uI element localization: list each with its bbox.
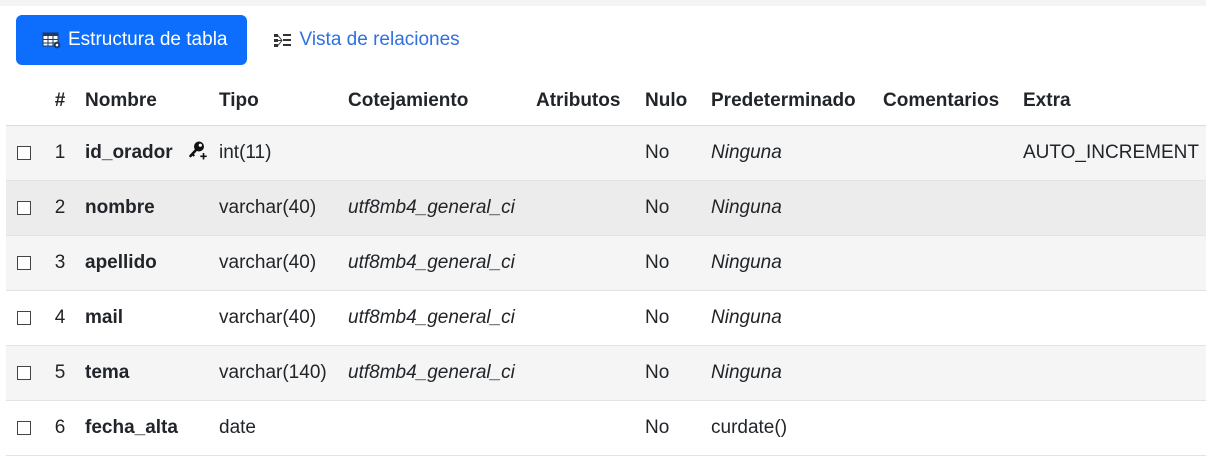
col-header-attributes[interactable]: Atributos bbox=[536, 76, 645, 126]
tab-table-structure-label: Estructura de tabla bbox=[68, 29, 228, 50]
row-checkbox-cell bbox=[6, 180, 42, 236]
field-name: id_orador bbox=[85, 142, 173, 164]
col-header-comments[interactable]: Comentarios bbox=[883, 76, 1023, 126]
field-type: varchar(140) bbox=[219, 345, 348, 401]
field-comments bbox=[883, 180, 1023, 236]
tab-relations-view-label: Vista de relaciones bbox=[299, 29, 460, 50]
field-default: Ninguna bbox=[711, 290, 883, 346]
row-number: 5 bbox=[42, 345, 78, 401]
field-type: varchar(40) bbox=[219, 290, 348, 346]
field-attributes bbox=[536, 235, 645, 291]
field-default: curdate() bbox=[711, 400, 883, 456]
field-comments bbox=[883, 125, 1023, 181]
row-number: 3 bbox=[42, 235, 78, 291]
field-extra bbox=[1023, 235, 1206, 291]
field-collation bbox=[348, 125, 536, 181]
field-type: date bbox=[219, 400, 348, 456]
field-null: No bbox=[645, 180, 711, 236]
row-checkbox-cell bbox=[6, 290, 42, 346]
row-checkbox-cell bbox=[6, 345, 42, 401]
col-header-collation[interactable]: Cotejamiento bbox=[348, 76, 536, 126]
field-default: Ninguna bbox=[711, 180, 883, 236]
field-name-cell: id_orador bbox=[78, 125, 219, 181]
row-checkbox[interactable] bbox=[17, 420, 31, 435]
top-strip bbox=[0, 0, 1206, 6]
col-header-type[interactable]: Tipo bbox=[219, 76, 348, 126]
row-number: 2 bbox=[42, 180, 78, 236]
field-default: Ninguna bbox=[711, 235, 883, 291]
table-row: 3 apellido varchar(40) utf8mb4_general_c… bbox=[6, 235, 1206, 291]
row-checkbox[interactable] bbox=[17, 200, 31, 215]
field-null: No bbox=[645, 290, 711, 346]
field-extra bbox=[1023, 400, 1206, 456]
field-collation: utf8mb4_general_ci bbox=[348, 180, 536, 236]
field-null: No bbox=[645, 345, 711, 401]
table-structure-grid: # Nombre Tipo Cotejamiento Atributos Nul… bbox=[6, 76, 1206, 456]
col-header-null[interactable]: Nulo bbox=[645, 76, 711, 126]
view-tabs: Estructura de tabla Vista de relaciones bbox=[16, 15, 460, 65]
row-checkbox-cell bbox=[6, 125, 42, 181]
field-extra bbox=[1023, 345, 1206, 401]
col-header-default[interactable]: Predeterminado bbox=[711, 76, 883, 126]
field-attributes bbox=[536, 125, 645, 181]
field-name: fecha_alta bbox=[78, 400, 219, 456]
col-header-extra[interactable]: Extra bbox=[1023, 76, 1206, 126]
tab-relations-view[interactable]: Vista de relaciones bbox=[273, 29, 460, 51]
field-attributes bbox=[536, 180, 645, 236]
field-type: varchar(40) bbox=[219, 235, 348, 291]
field-collation: utf8mb4_general_ci bbox=[348, 290, 536, 346]
tab-table-structure[interactable]: Estructura de tabla bbox=[16, 15, 248, 65]
field-name: mail bbox=[78, 290, 219, 346]
field-null: No bbox=[645, 400, 711, 456]
field-collation: utf8mb4_general_ci bbox=[348, 235, 536, 291]
col-header-name[interactable]: Nombre bbox=[78, 76, 219, 126]
table-row: 5 tema varchar(140) utf8mb4_general_ci N… bbox=[6, 345, 1206, 401]
field-type: int(11) bbox=[219, 125, 348, 181]
field-comments bbox=[883, 235, 1023, 291]
row-checkbox-cell bbox=[6, 400, 42, 456]
col-select-header bbox=[6, 76, 42, 126]
row-checkbox[interactable] bbox=[17, 310, 31, 325]
row-checkbox[interactable] bbox=[17, 365, 31, 380]
row-number: 6 bbox=[42, 400, 78, 456]
table-row: 1 id_orador int(11) No Ninguna AUTO_INCR… bbox=[6, 125, 1206, 181]
field-default: Ninguna bbox=[711, 345, 883, 401]
field-collation bbox=[348, 400, 536, 456]
field-attributes bbox=[536, 290, 645, 346]
field-collation: utf8mb4_general_ci bbox=[348, 345, 536, 401]
field-extra bbox=[1023, 180, 1206, 236]
field-comments bbox=[883, 345, 1023, 401]
table-row: 4 mail varchar(40) utf8mb4_general_ci No… bbox=[6, 290, 1206, 346]
field-type: varchar(40) bbox=[219, 180, 348, 236]
row-checkbox-cell bbox=[6, 235, 42, 291]
table-row: 6 fecha_alta date No curdate() bbox=[6, 400, 1206, 456]
row-number: 4 bbox=[42, 290, 78, 346]
field-attributes bbox=[536, 400, 645, 456]
row-checkbox[interactable] bbox=[17, 255, 31, 270]
table-structure-icon bbox=[42, 31, 62, 49]
field-extra bbox=[1023, 290, 1206, 346]
field-extra: AUTO_INCREMENT bbox=[1023, 125, 1206, 181]
col-header-num[interactable]: # bbox=[42, 76, 78, 126]
relations-icon bbox=[273, 31, 293, 49]
field-null: No bbox=[645, 125, 711, 181]
row-number: 1 bbox=[42, 125, 78, 181]
field-comments bbox=[883, 400, 1023, 456]
field-name: apellido bbox=[78, 235, 219, 291]
field-name: nombre bbox=[78, 180, 219, 236]
header-row: # Nombre Tipo Cotejamiento Atributos Nul… bbox=[6, 76, 1206, 126]
field-comments bbox=[883, 290, 1023, 346]
field-name: tema bbox=[78, 345, 219, 401]
field-default: Ninguna bbox=[711, 125, 883, 181]
table-row: 2 nombre varchar(40) utf8mb4_general_ci … bbox=[6, 180, 1206, 236]
row-checkbox[interactable] bbox=[17, 145, 31, 160]
primary-key-icon bbox=[188, 140, 208, 166]
field-attributes bbox=[536, 345, 645, 401]
field-null: No bbox=[645, 235, 711, 291]
